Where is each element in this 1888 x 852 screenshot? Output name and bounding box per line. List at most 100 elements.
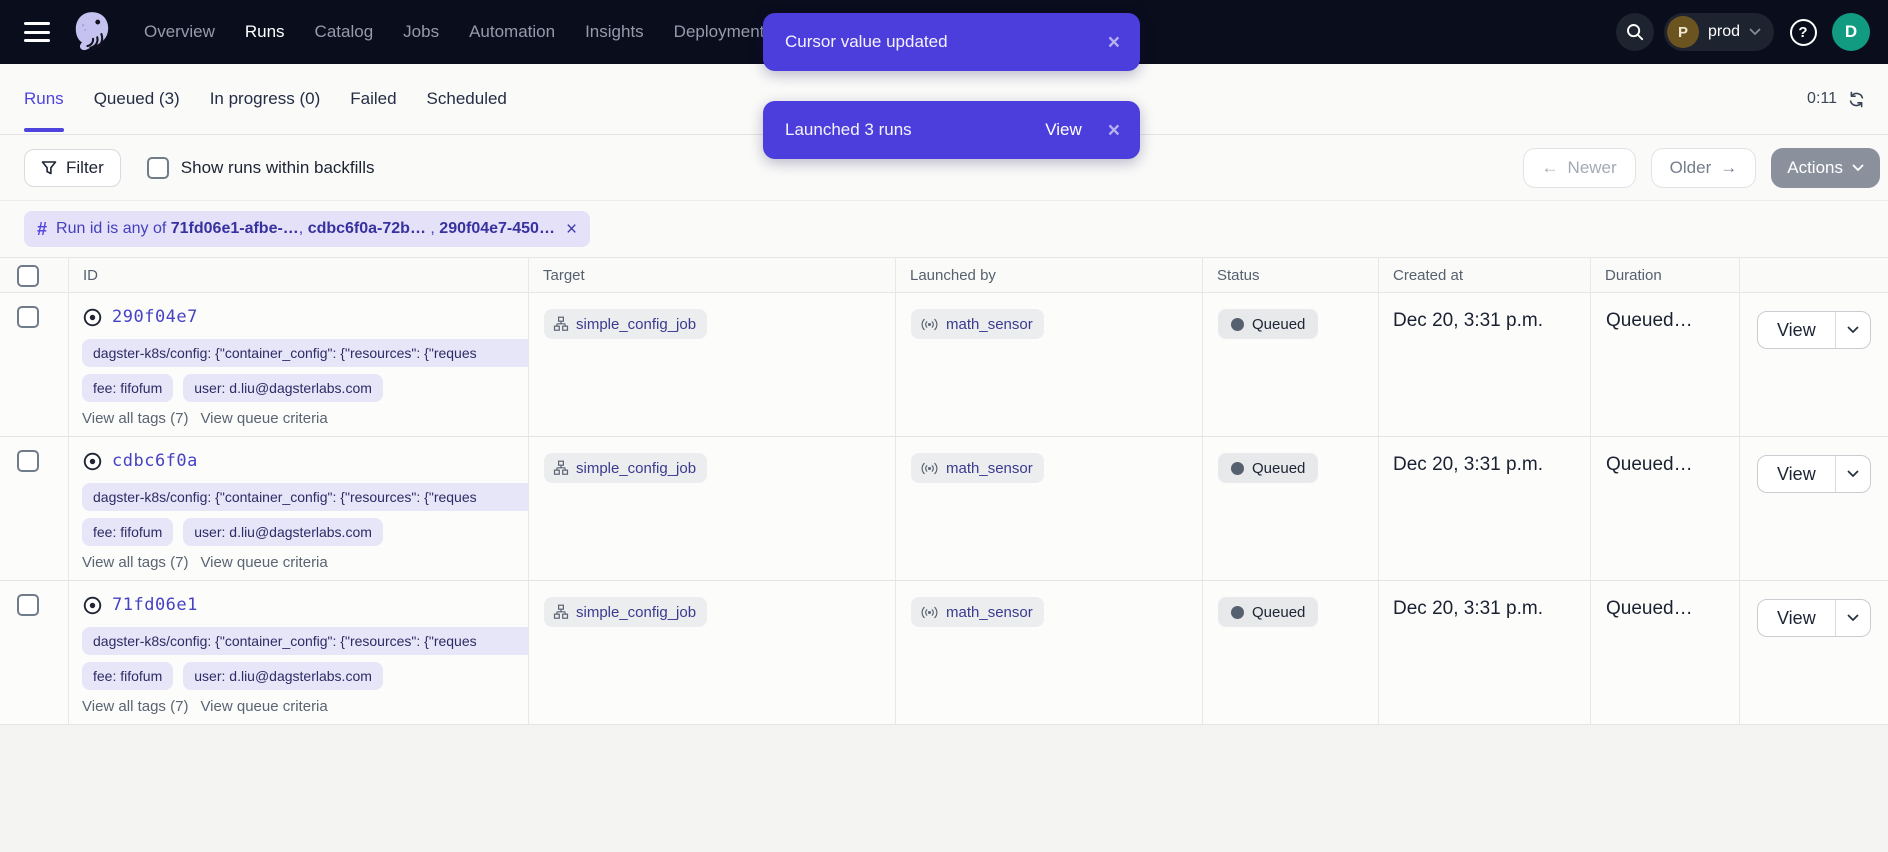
launched-by-pill[interactable]: math_sensor bbox=[911, 597, 1044, 627]
pagination-actions: ← Newer Older → Actions bbox=[1523, 148, 1880, 188]
tab-failed[interactable]: Failed bbox=[350, 64, 396, 134]
view-dropdown-button[interactable] bbox=[1835, 312, 1870, 348]
tag-pill[interactable]: user: d.liu@dagsterlabs.com bbox=[183, 518, 383, 546]
chevron-down-icon bbox=[1749, 28, 1761, 36]
run-status-circle-icon bbox=[82, 307, 103, 328]
view-run-button[interactable]: View bbox=[1758, 312, 1835, 348]
toast-view-button[interactable]: View bbox=[1045, 120, 1082, 140]
nav-item-catalog[interactable]: Catalog bbox=[315, 22, 374, 42]
runs-table: IDTargetLaunched byStatusCreated atDurat… bbox=[0, 257, 1888, 725]
column-header-id: ID bbox=[69, 258, 529, 292]
hash-icon: # bbox=[37, 219, 47, 240]
run-id-link[interactable]: 71fd06e1 bbox=[112, 595, 198, 615]
search-button[interactable] bbox=[1616, 13, 1654, 51]
chevron-down-icon bbox=[1852, 164, 1864, 172]
target-job-name: simple_config_job bbox=[576, 604, 696, 621]
toast-close-button[interactable]: × bbox=[1108, 32, 1120, 53]
tab-in-progress-0[interactable]: In progress (0) bbox=[210, 64, 321, 134]
config-tag-pill[interactable]: dagster-k8s/config: {"container_config":… bbox=[82, 339, 529, 367]
tabs-list: Runs Queued (3) In progress (0) Failed Sched… bbox=[24, 64, 507, 134]
help-button[interactable]: ? bbox=[1784, 13, 1822, 51]
tag-pill[interactable]: fee: fifofum bbox=[82, 374, 173, 402]
launched-by-pill[interactable]: math_sensor bbox=[911, 453, 1044, 483]
newer-button[interactable]: ← Newer bbox=[1523, 148, 1636, 188]
refresh-area: 0:11 bbox=[1807, 90, 1866, 109]
run-id-filter-text: Run id is any of 71fd06e1-afbe-…, cdbc6f… bbox=[56, 220, 555, 238]
column-header-launched-by: Launched by bbox=[896, 258, 1203, 292]
tab-scheduled[interactable]: Scheduled bbox=[427, 64, 507, 134]
target-job-pill[interactable]: simple_config_job bbox=[544, 453, 707, 483]
row-checkbox[interactable] bbox=[17, 450, 39, 472]
dagster-logo[interactable] bbox=[66, 6, 118, 58]
toast-message: Launched 3 runs bbox=[785, 120, 1045, 140]
filter-button[interactable]: Filter bbox=[24, 149, 121, 187]
search-icon bbox=[1625, 22, 1645, 42]
page-background bbox=[0, 725, 1888, 851]
job-graph-icon bbox=[553, 316, 569, 332]
user-avatar[interactable]: D bbox=[1832, 13, 1870, 51]
launched-by-name: math_sensor bbox=[946, 604, 1033, 621]
nav-item-overview[interactable]: Overview bbox=[144, 22, 215, 42]
tab-runs[interactable]: Runs bbox=[24, 64, 64, 134]
filter-chip-label: , bbox=[299, 220, 308, 237]
hamburger-menu-button[interactable] bbox=[24, 22, 50, 42]
nav-item-insights[interactable]: Insights bbox=[585, 22, 644, 42]
target-job-pill[interactable]: simple_config_job bbox=[544, 309, 707, 339]
funnel-icon bbox=[41, 160, 57, 176]
run-id-link[interactable]: cdbc6f0a bbox=[112, 451, 198, 471]
view-split-button: View bbox=[1757, 311, 1871, 349]
navbar-right: P prod ? D bbox=[1616, 13, 1870, 51]
sensor-icon bbox=[920, 318, 939, 331]
older-button[interactable]: Older → bbox=[1651, 148, 1757, 188]
config-tag-pill[interactable]: dagster-k8s/config: {"container_config":… bbox=[82, 627, 529, 655]
run-id-link[interactable]: 290f04e7 bbox=[112, 307, 198, 327]
view-all-tags-link[interactable]: View all tags (7) bbox=[82, 410, 188, 427]
tag-pill[interactable]: fee: fifofum bbox=[82, 518, 173, 546]
column-header-created-at: Created at bbox=[1379, 258, 1591, 292]
tag-pill[interactable]: fee: fifofum bbox=[82, 662, 173, 690]
view-run-button[interactable]: View bbox=[1758, 600, 1835, 636]
select-all-checkbox[interactable] bbox=[17, 265, 39, 287]
nav-item-deployment[interactable]: Deployment bbox=[674, 22, 765, 42]
tag-pill[interactable]: user: d.liu@dagsterlabs.com bbox=[183, 374, 383, 402]
table-body: 290f04e7 dagster-k8s/config: {"container… bbox=[0, 293, 1888, 725]
tab-queued-3[interactable]: Queued (3) bbox=[94, 64, 180, 134]
nav-item-jobs[interactable]: Jobs bbox=[403, 22, 439, 42]
view-dropdown-button[interactable] bbox=[1835, 600, 1870, 636]
toast-close-button[interactable]: × bbox=[1108, 120, 1120, 141]
duration-value: Queued… bbox=[1606, 454, 1693, 475]
remove-filter-button[interactable]: × bbox=[564, 220, 577, 239]
view-run-button[interactable]: View bbox=[1758, 456, 1835, 492]
filter-button-label: Filter bbox=[66, 158, 104, 178]
actions-button[interactable]: Actions bbox=[1771, 148, 1880, 188]
backfills-toggle[interactable]: Show runs within backfills bbox=[147, 157, 375, 179]
backfills-checkbox-label: Show runs within backfills bbox=[181, 158, 375, 178]
nav-item-runs[interactable]: Runs bbox=[245, 22, 285, 42]
run-id-filter-chip[interactable]: # Run id is any of 71fd06e1-afbe-…, cdbc… bbox=[24, 211, 590, 247]
view-all-tags-link[interactable]: View all tags (7) bbox=[82, 554, 188, 571]
run-status-circle-icon bbox=[82, 451, 103, 472]
run-status-badge: Queued bbox=[1218, 309, 1318, 339]
backfills-checkbox[interactable] bbox=[147, 157, 169, 179]
view-queue-criteria-link[interactable]: View queue criteria bbox=[200, 698, 327, 715]
filter-chip-label: Run id is any of bbox=[56, 220, 171, 237]
octopus-logo-icon bbox=[69, 9, 115, 55]
deployment-name: prod bbox=[1708, 23, 1740, 41]
view-all-tags-link[interactable]: View all tags (7) bbox=[82, 698, 188, 715]
created-at-value: Dec 20, 3:31 p.m. bbox=[1393, 598, 1543, 619]
row-checkbox[interactable] bbox=[17, 594, 39, 616]
deployment-switcher[interactable]: P prod bbox=[1664, 13, 1774, 51]
refresh-icon[interactable] bbox=[1847, 90, 1866, 109]
view-queue-criteria-link[interactable]: View queue criteria bbox=[200, 410, 327, 427]
tag-pill[interactable]: user: d.liu@dagsterlabs.com bbox=[183, 662, 383, 690]
target-job-pill[interactable]: simple_config_job bbox=[544, 597, 707, 627]
view-split-button: View bbox=[1757, 455, 1871, 493]
nav-item-automation[interactable]: Automation bbox=[469, 22, 555, 42]
view-queue-criteria-link[interactable]: View queue criteria bbox=[200, 554, 327, 571]
created-at-value: Dec 20, 3:31 p.m. bbox=[1393, 310, 1543, 331]
config-tag-pill[interactable]: dagster-k8s/config: {"container_config":… bbox=[82, 483, 529, 511]
view-dropdown-button[interactable] bbox=[1835, 456, 1870, 492]
column-header-status: Status bbox=[1203, 258, 1379, 292]
row-checkbox[interactable] bbox=[17, 306, 39, 328]
launched-by-pill[interactable]: math_sensor bbox=[911, 309, 1044, 339]
